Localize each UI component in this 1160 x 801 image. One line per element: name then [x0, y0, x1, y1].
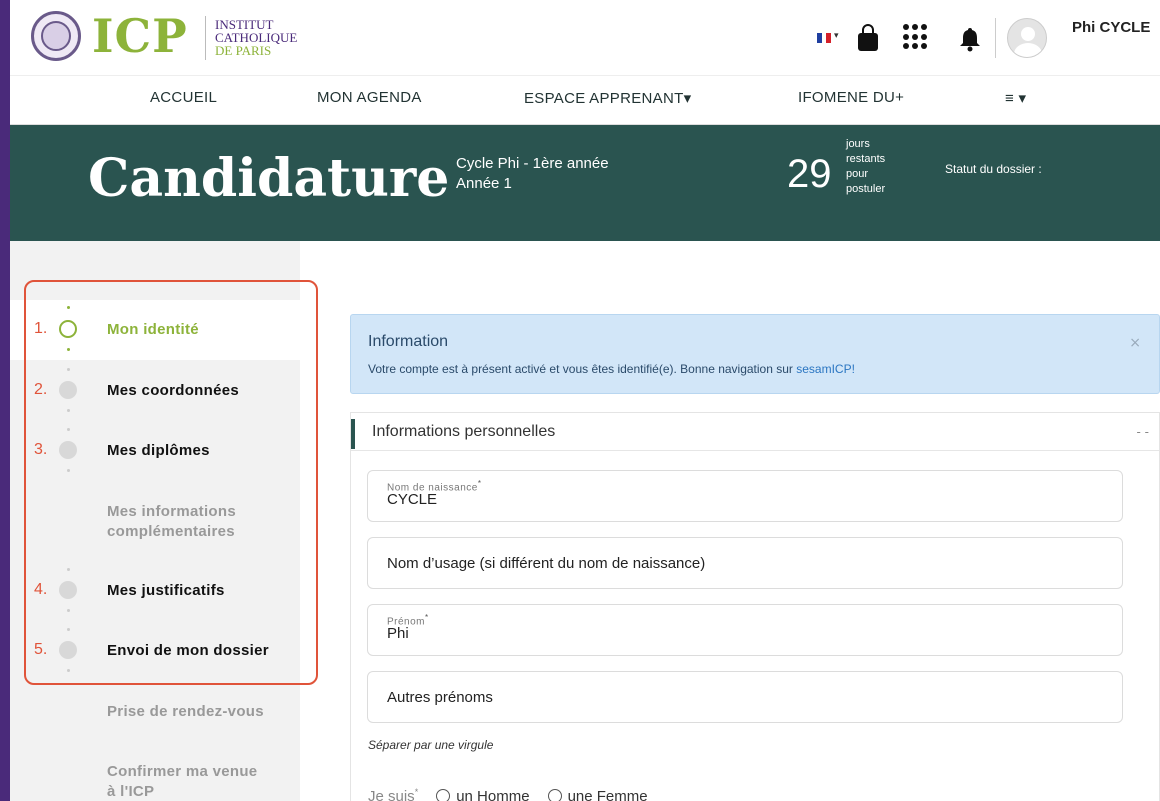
step-label: Confirmer ma venue à l'ICP — [107, 763, 258, 800]
days-text-line-2: restants — [846, 153, 886, 165]
days-left-count: 29 — [787, 152, 832, 196]
page-banner: Candidature Cycle Phi - 1ère année Année… — [10, 125, 1160, 241]
step-label: Mes justificatifs — [107, 582, 225, 599]
step-pending-icon — [59, 381, 77, 399]
step-mes-diplomes[interactable]: 3. Mes diplômes — [10, 420, 300, 480]
step-number: 1. — [34, 320, 48, 337]
step-mon-identite[interactable]: 1. Mon identité — [10, 300, 300, 360]
user-name[interactable]: Phi CYCLE — [1072, 19, 1150, 36]
logo-icp[interactable]: ICP — [92, 8, 188, 64]
step-prise-rendez-vous[interactable]: Prise de rendez-vous — [10, 690, 300, 750]
toolbar-divider — [995, 18, 996, 58]
days-text-line-4: postuler — [846, 183, 886, 195]
other-names-field[interactable]: Autres prénoms — [367, 671, 1123, 723]
first-name-value: Phi — [387, 625, 409, 642]
days-text-line-1: jours — [846, 138, 870, 150]
shopping-bag-icon[interactable] — [856, 24, 880, 52]
program-year: Année 1 — [456, 175, 512, 192]
main-nav: ACCUEIL MON AGENDA ESPACE APPRENANT▾ IFO… — [10, 75, 1160, 125]
step-mes-justificatifs[interactable]: 4. Mes justificatifs — [10, 560, 300, 620]
gender-male-label[interactable]: un Homme — [456, 788, 529, 801]
logo-institution-name: INSTITUT CATHOLIQUE DE PARIS — [215, 18, 297, 57]
steps-sidebar: 1. Mon identité 2. Mes coordonnées 3. Me… — [10, 241, 300, 801]
panel-title: Informations personnelles — [372, 423, 556, 440]
usage-name-field[interactable]: Nom d’usage (si différent du nom de nais… — [367, 537, 1123, 589]
days-text-line-3: pour — [846, 168, 869, 180]
logo-divider — [205, 16, 206, 60]
personal-info-panel: Informations personnelles - - Nom de nai… — [350, 412, 1160, 801]
step-label: Prise de rendez-vous — [107, 703, 264, 720]
other-names-placeholder: Autres prénoms — [387, 689, 493, 706]
step-pending-icon — [59, 641, 77, 659]
collapse-icon[interactable]: - - — [1137, 425, 1149, 439]
first-name-field[interactable]: Prénom* Phi — [367, 604, 1123, 656]
days-left-text: jours restants pour postuler — [846, 137, 885, 197]
bell-icon[interactable] — [958, 26, 982, 52]
nav-item-mon-agenda[interactable]: MON AGENDA — [317, 89, 422, 106]
step-number: 3. — [34, 441, 48, 458]
step-label: Mes diplômes — [107, 442, 210, 459]
nav-item-menu[interactable]: ≡ ▾ — [1005, 89, 1026, 107]
logo-line-3: DE PARIS — [215, 43, 272, 58]
apps-grid-icon[interactable] — [903, 24, 929, 50]
birth-name-field[interactable]: Nom de naissance* CYCLE — [367, 470, 1123, 522]
file-status-label: Statut du dossier : — [945, 162, 1042, 176]
alert-title: Information — [368, 333, 449, 350]
step-label: Mes coordonnées — [107, 382, 240, 399]
alert-message: Votre compte est à présent activé et vou… — [368, 362, 855, 376]
nav-item-accueil[interactable]: ACCUEIL — [150, 89, 217, 106]
panel-header[interactable]: Informations personnelles - - — [351, 413, 1159, 451]
radio-male[interactable] — [436, 789, 451, 801]
step-pending-icon — [59, 581, 77, 599]
step-label: Mes informations complémentaires — [107, 503, 236, 540]
step-current-icon — [59, 320, 77, 338]
radio-female[interactable] — [547, 789, 562, 801]
gender-female-label[interactable]: une Femme — [568, 788, 648, 801]
step-pending-icon — [59, 441, 77, 459]
close-icon[interactable]: × — [1129, 335, 1141, 351]
sesamicp-link[interactable]: sesamICP! — [796, 362, 855, 376]
page-title: Candidature — [88, 148, 450, 209]
usage-name-placeholder: Nom d’usage (si différent du nom de nais… — [387, 555, 706, 572]
app-window: ICP INSTITUT CATHOLIQUE DE PARIS ▾ Phi C… — [10, 0, 1160, 801]
step-number: 5. — [34, 641, 48, 658]
language-caret-icon[interactable]: ▾ — [834, 31, 839, 41]
avatar[interactable] — [1007, 18, 1047, 58]
gender-label: Je suis* — [368, 787, 419, 801]
step-number: 2. — [34, 381, 48, 398]
top-bar: ICP INSTITUT CATHOLIQUE DE PARIS ▾ Phi C… — [10, 0, 1160, 75]
university-seal-icon — [31, 11, 81, 61]
step-number: 4. — [34, 581, 48, 598]
step-mes-coordonnees[interactable]: 2. Mes coordonnées — [10, 360, 300, 420]
step-informations-complementaires[interactable]: Mes informations complémentaires — [10, 490, 300, 550]
step-envoi-dossier[interactable]: 5. Envoi de mon dossier — [10, 620, 300, 680]
step-label: Mon identité — [107, 321, 199, 338]
nav-item-espace-apprenant[interactable]: ESPACE APPRENANT▾ — [524, 89, 691, 107]
step-label: Envoi de mon dossier — [107, 642, 269, 659]
comma-hint: Séparer par une virgule — [368, 738, 494, 752]
gender-row: Je suis* un Homme une Femme — [368, 787, 648, 801]
step-confirmer-venue[interactable]: Confirmer ma venue à l'ICP — [10, 750, 300, 801]
french-flag-icon[interactable] — [817, 33, 832, 43]
program-name: Cycle Phi - 1ère année — [456, 155, 609, 172]
birth-name-value: CYCLE — [387, 491, 438, 508]
nav-item-ifomene[interactable]: IFOMENE DU+ — [798, 89, 904, 106]
info-alert: Information Votre compte est à présent a… — [350, 314, 1160, 394]
